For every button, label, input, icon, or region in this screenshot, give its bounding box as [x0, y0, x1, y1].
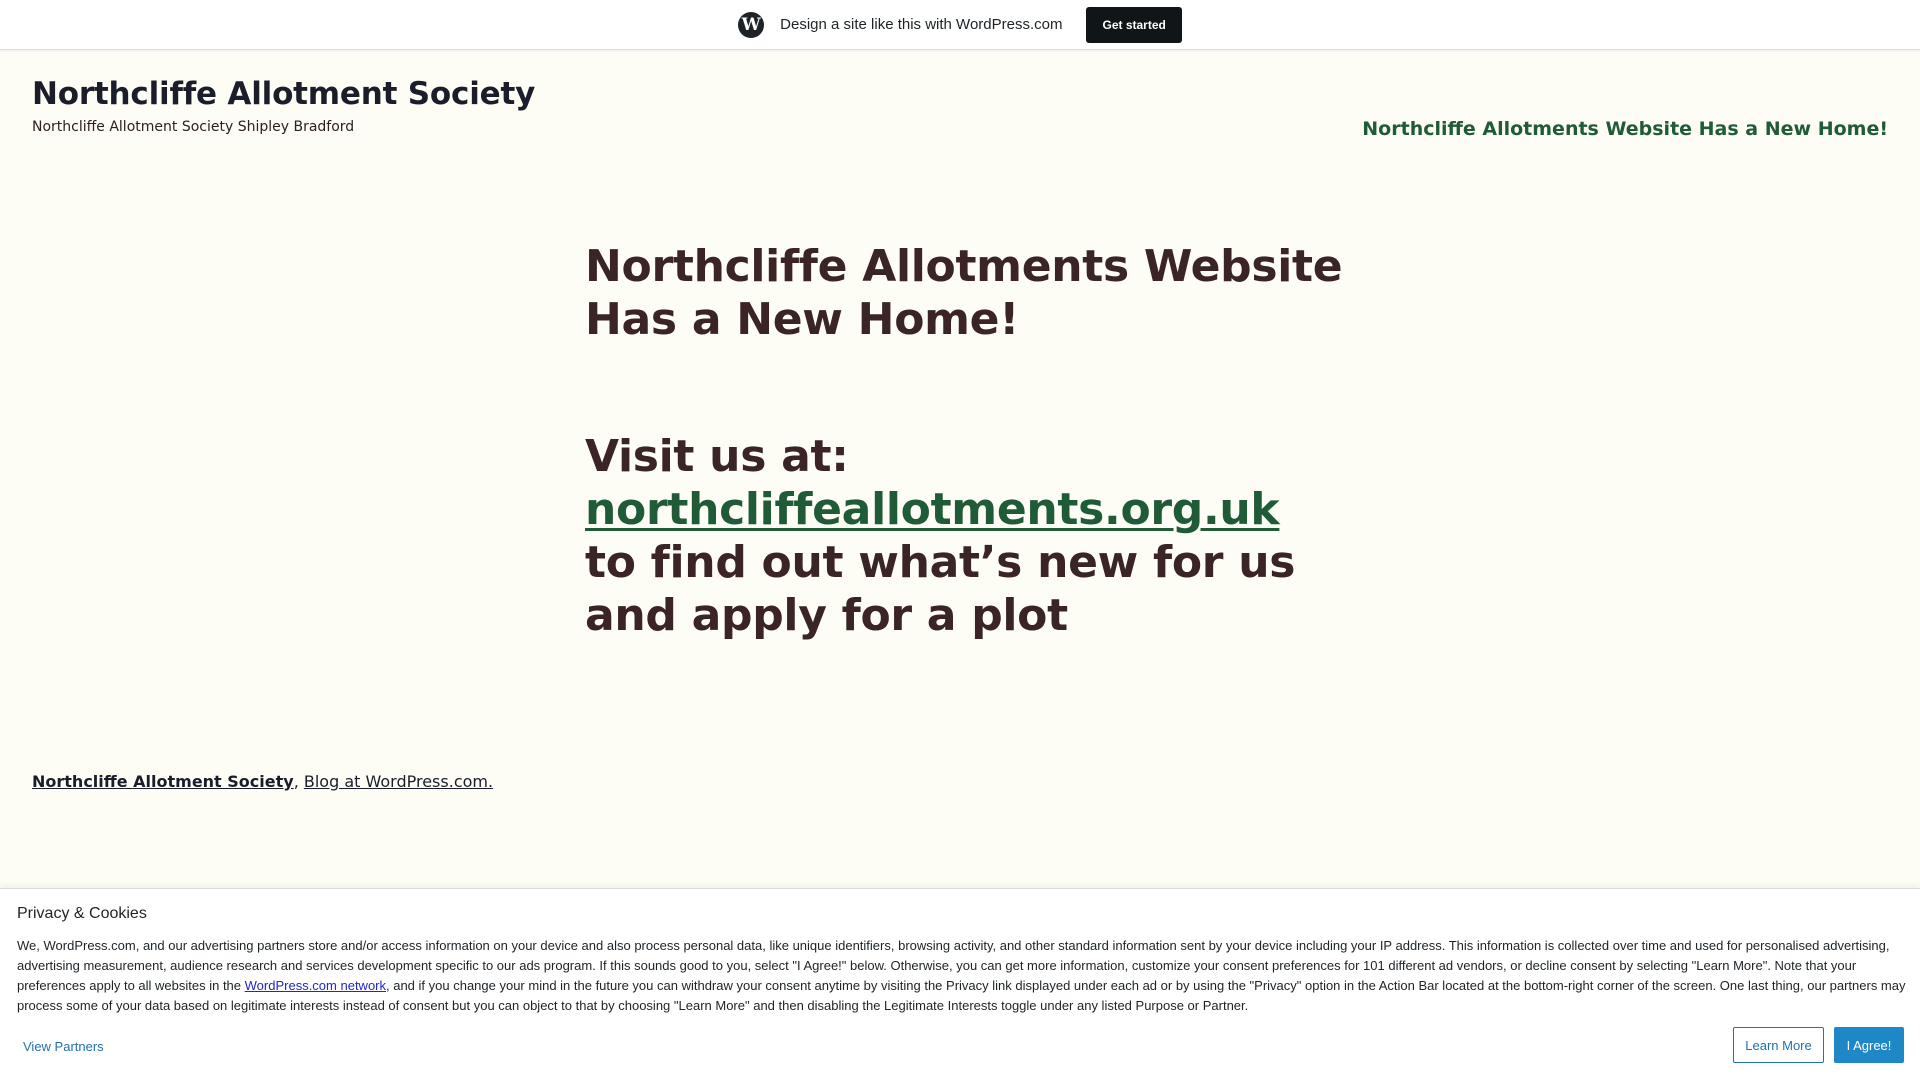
page-heading: Northcliffe Allotments Website Has a New…	[585, 241, 1343, 345]
cookie-banner-text: We, WordPress.com, and our advertising p…	[17, 936, 1907, 1016]
footer-blog-link[interactable]: Blog at WordPress.com.	[304, 772, 493, 791]
wordpress-network-link[interactable]: WordPress.com network	[245, 978, 386, 993]
wordpress-promo-bar: W Design a site like this with WordPress…	[0, 0, 1920, 50]
promo-text: Design a site like this with WordPress.c…	[780, 16, 1063, 33]
new-site-link[interactable]: northcliffeallotments.org.uk	[585, 484, 1280, 535]
wordpress-logo-icon[interactable]: W	[738, 11, 765, 38]
nav-link-new-home[interactable]: Northcliffe Allotments Website Has a New…	[1362, 118, 1888, 140]
visit-heading: Visit us at: northcliffeallotments.org.u…	[585, 430, 1345, 642]
site-title[interactable]: Northcliffe Allotment Society	[32, 76, 535, 112]
site-footer: Northcliffe Allotment Society, Blog at W…	[32, 772, 493, 791]
footer-site-link[interactable]: Northcliffe Allotment Society	[32, 772, 294, 791]
cookie-banner-title: Privacy & Cookies	[17, 905, 147, 922]
site-tagline: Northcliffe Allotment Society Shipley Br…	[32, 119, 355, 135]
visit-prefix: Visit us at:	[585, 431, 849, 482]
cookie-banner: Privacy & Cookies We, WordPress.com, and…	[0, 888, 1920, 1080]
view-partners-link[interactable]: View Partners	[23, 1039, 104, 1054]
visit-suffix: to find out what’s new for us and apply …	[585, 537, 1296, 641]
learn-more-button[interactable]: Learn More	[1733, 1027, 1824, 1063]
agree-button[interactable]: I Agree!	[1834, 1027, 1904, 1063]
get-started-button[interactable]: Get started	[1086, 6, 1182, 43]
footer-separator: ,	[293, 772, 299, 791]
